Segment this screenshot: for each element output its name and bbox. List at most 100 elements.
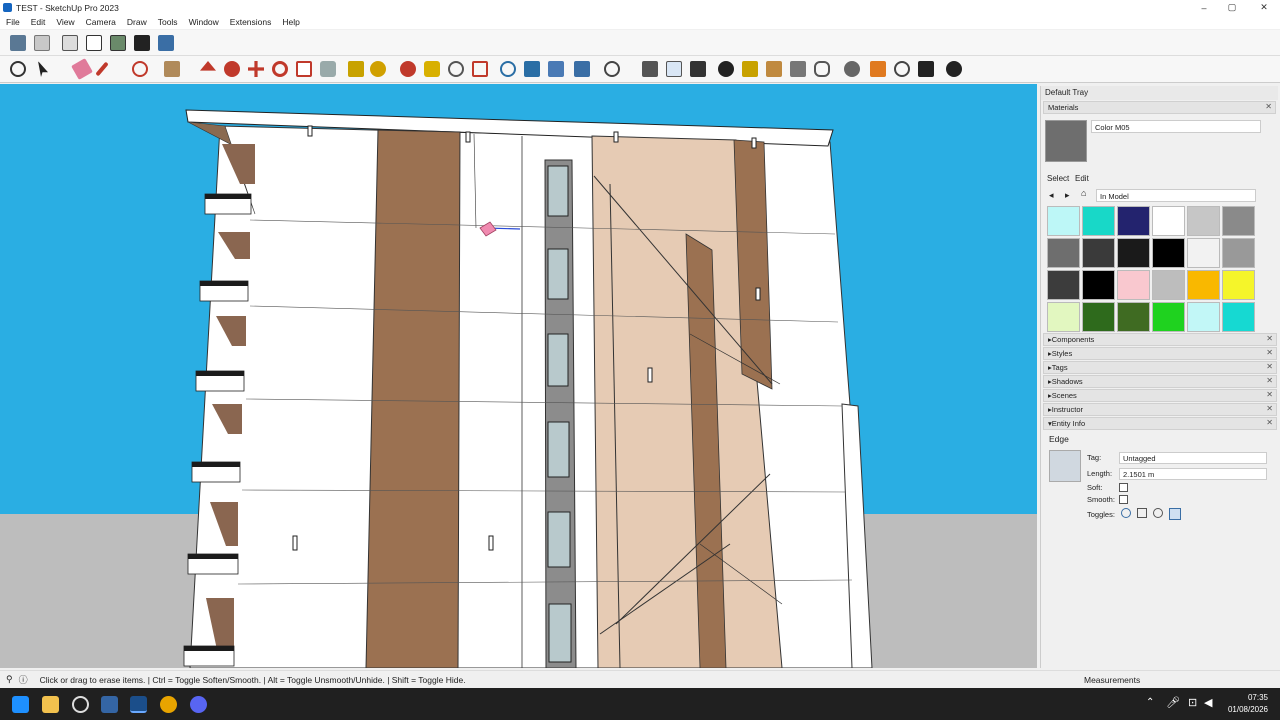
layers-icon[interactable] <box>524 61 540 77</box>
instructor-panel-header[interactable]: ▸ Instructor ✕ <box>1043 403 1277 416</box>
scenes-icon[interactable] <box>870 61 886 77</box>
material-swatch[interactable] <box>1082 238 1115 268</box>
clock-date[interactable]: 01/08/2026 <box>1222 705 1268 714</box>
add-location-icon[interactable] <box>718 61 734 77</box>
receive-shadow-toggle-icon[interactable] <box>1153 508 1163 518</box>
section-icon[interactable] <box>548 61 564 77</box>
box-icon[interactable] <box>158 35 174 51</box>
material-swatch[interactable] <box>1047 238 1080 268</box>
material-swatch[interactable] <box>1187 270 1220 300</box>
menu-window[interactable]: Window <box>189 17 219 27</box>
zoom-window-icon[interactable] <box>448 61 464 77</box>
material-swatch[interactable] <box>1187 302 1220 332</box>
rotate-icon[interactable] <box>272 61 288 77</box>
collection-select[interactable]: In Model <box>1096 189 1256 202</box>
discord-icon[interactable] <box>190 696 207 713</box>
close-icon[interactable]: ✕ <box>1265 102 1272 111</box>
move-icon[interactable] <box>248 61 264 77</box>
chrome-icon[interactable] <box>160 696 177 713</box>
zoom-extents-icon[interactable] <box>472 61 488 77</box>
eraser-icon[interactable] <box>71 58 93 80</box>
xray-icon[interactable] <box>10 35 26 51</box>
minimize-button[interactable]: – <box>1190 0 1218 15</box>
offset-icon[interactable] <box>320 61 336 77</box>
material-swatch[interactable] <box>1117 238 1150 268</box>
zoom-icon[interactable] <box>10 61 26 77</box>
info-icon[interactable] <box>894 61 910 77</box>
components-panel-header[interactable]: ▸ Components ✕ <box>1043 333 1277 346</box>
clock-time[interactable]: 07:35 <box>1228 693 1268 702</box>
wireframe-icon[interactable] <box>34 35 50 51</box>
material-swatch[interactable] <box>1222 238 1255 268</box>
cloud-icon[interactable] <box>814 61 830 77</box>
menu-help[interactable]: Help <box>282 17 299 27</box>
extension-warehouse-icon[interactable] <box>766 61 782 77</box>
scenes-panel-header[interactable]: ▸ Scenes ✕ <box>1043 389 1277 402</box>
file-explorer-icon[interactable] <box>42 696 59 713</box>
material-swatch[interactable] <box>1082 206 1115 236</box>
styles-panel-header[interactable]: ▸ Styles ✕ <box>1043 347 1277 360</box>
menu-extensions[interactable]: Extensions <box>230 17 272 27</box>
smooth-toggle-icon[interactable] <box>1169 508 1181 520</box>
orbit-icon[interactable] <box>400 61 416 77</box>
material-swatch[interactable] <box>1152 206 1185 236</box>
outliner-icon[interactable] <box>690 61 706 77</box>
info-icon[interactable]: ⓘ <box>19 673 28 686</box>
material-swatch[interactable] <box>1047 302 1080 332</box>
smooth-checkbox[interactable] <box>1119 495 1128 504</box>
sandbox-icon[interactable] <box>500 61 516 77</box>
tab-edit[interactable]: Edit <box>1075 174 1089 183</box>
model-canvas[interactable] <box>0 84 1037 668</box>
paint-icon[interactable] <box>370 61 386 77</box>
material-swatch[interactable] <box>1222 270 1255 300</box>
material-swatch[interactable] <box>1047 206 1080 236</box>
styles-icon[interactable] <box>574 61 590 77</box>
menu-camera[interactable]: Camera <box>86 17 116 27</box>
geo-location-icon[interactable]: ⚲ <box>6 674 13 685</box>
material-swatch[interactable] <box>1187 206 1220 236</box>
select-icon[interactable] <box>38 61 48 77</box>
material-name-input[interactable]: Color M05 <box>1091 120 1261 133</box>
volume-icon[interactable]: ◀ <box>1204 696 1212 709</box>
material-swatch[interactable] <box>1117 270 1150 300</box>
material-swatch[interactable] <box>1187 238 1220 268</box>
account-icon[interactable] <box>946 61 962 77</box>
settings-icon[interactable] <box>101 696 118 713</box>
network-icon[interactable]: ⊡ <box>1188 696 1197 709</box>
material-swatch[interactable] <box>1152 302 1185 332</box>
settings-icon[interactable] <box>844 61 860 77</box>
3d-warehouse-icon[interactable] <box>790 61 806 77</box>
components-icon[interactable] <box>642 61 658 77</box>
tab-select[interactable]: Select <box>1047 174 1069 183</box>
home-icon[interactable]: ⌂ <box>1081 188 1086 198</box>
material-swatch[interactable] <box>1152 238 1185 268</box>
materials-panel-header[interactable]: Materials ✕ <box>1043 101 1276 114</box>
cart-icon[interactable] <box>918 61 934 77</box>
lasso-icon[interactable] <box>132 61 148 77</box>
app-icon[interactable] <box>72 696 89 713</box>
hidden-line-icon[interactable] <box>62 35 78 51</box>
materials-icon[interactable] <box>666 61 682 77</box>
material-swatch[interactable] <box>1152 270 1185 300</box>
windows-start-icon[interactable] <box>12 696 29 713</box>
sketchup-icon[interactable] <box>130 696 147 713</box>
menu-view[interactable]: View <box>56 17 74 27</box>
visible-toggle-icon[interactable] <box>1121 508 1131 518</box>
shaded-icon[interactable] <box>86 35 102 51</box>
material-swatch[interactable] <box>1117 206 1150 236</box>
menu-tools[interactable]: Tools <box>158 17 178 27</box>
follow-me-icon[interactable] <box>224 61 240 77</box>
scale-icon[interactable] <box>296 61 312 77</box>
back-icon[interactable]: ◂ <box>1049 190 1054 201</box>
material-swatch[interactable] <box>1222 302 1255 332</box>
soft-checkbox[interactable] <box>1119 483 1128 492</box>
cast-shadow-toggle-icon[interactable] <box>1137 508 1147 518</box>
material-swatch[interactable] <box>1047 270 1080 300</box>
menu-draw[interactable]: Draw <box>127 17 147 27</box>
pencil-icon[interactable] <box>95 61 109 77</box>
monochrome-icon[interactable] <box>134 35 150 51</box>
menu-edit[interactable]: Edit <box>31 17 46 27</box>
maximize-button[interactable]: ▢ <box>1218 0 1246 15</box>
close-button[interactable]: ✕ <box>1250 0 1278 15</box>
tape-icon[interactable] <box>348 61 364 77</box>
